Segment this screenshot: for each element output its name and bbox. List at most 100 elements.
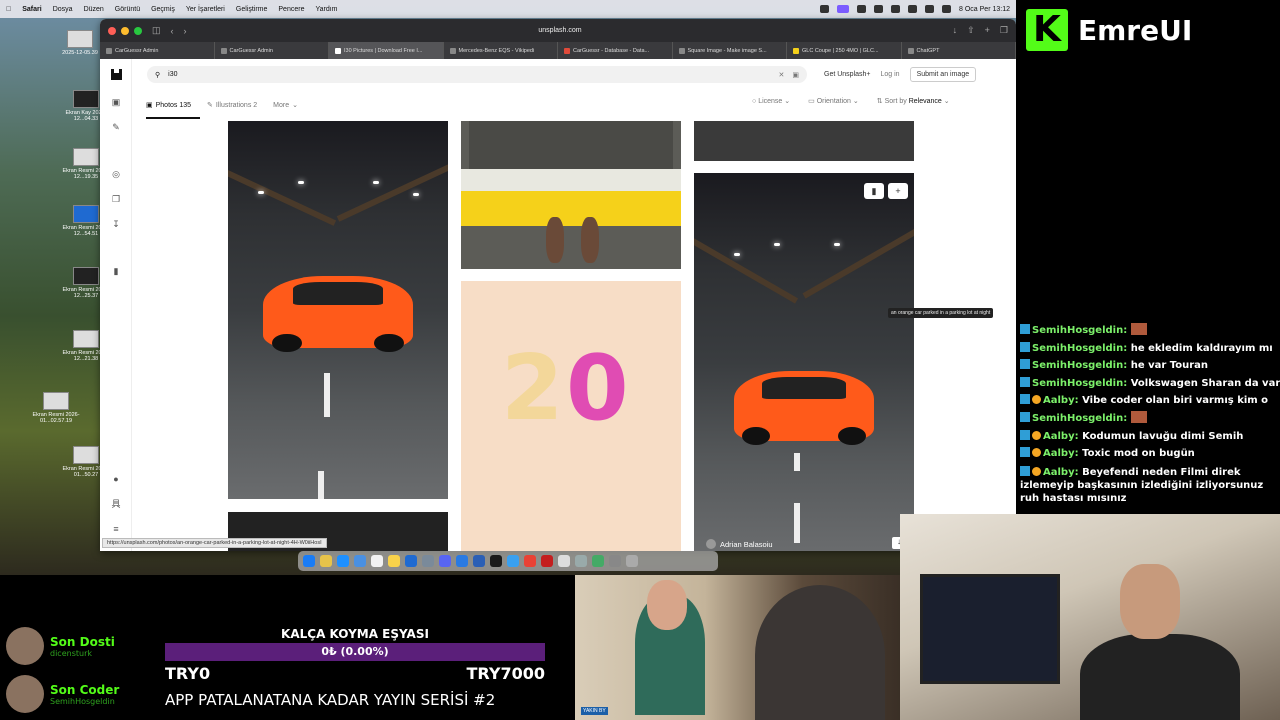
menu-history[interactable]: Geçmiş (151, 6, 175, 13)
bookmark-icon[interactable]: ▮ (864, 183, 884, 199)
media-icon[interactable] (857, 5, 867, 13)
photo-author[interactable]: Adrian Balasoiu (706, 539, 773, 549)
search-bar[interactable]: ⚲ i30 ✕ ▣ (147, 66, 807, 83)
forward-icon[interactable]: › (184, 26, 187, 36)
login-link[interactable]: Log in (881, 71, 900, 78)
status-icon[interactable] (820, 5, 830, 13)
clear-search-icon[interactable]: ✕ (779, 71, 785, 79)
share-icon[interactable]: ⇧ (967, 25, 975, 36)
search-input[interactable]: i30 (168, 71, 177, 78)
recording-icon[interactable] (837, 5, 850, 13)
menu-bookmarks[interactable]: Yer İşaretleri (186, 6, 225, 13)
collections-icon[interactable]: ❐ (111, 194, 121, 204)
unsplash-logo-icon[interactable] (111, 69, 122, 80)
launchpad-icon[interactable] (320, 555, 332, 567)
opera-icon[interactable] (541, 555, 553, 567)
ceiling-light (734, 253, 740, 256)
chrome-icon[interactable] (524, 555, 536, 567)
desktop-file[interactable]: Ekran Resmi 2026-01...02.57.19 (28, 392, 84, 424)
tab[interactable]: CarGuessr Admin (100, 42, 215, 59)
chat-text: he ekledim kaldırayım mı (1130, 342, 1273, 354)
header-actions: Get Unsplash+ Log in Submit an image (824, 67, 977, 82)
sort-filter[interactable]: ⇅ Sort by Relevance ⌄ (877, 97, 950, 105)
menu-file[interactable]: Dosya (53, 6, 73, 13)
appstore-icon[interactable] (405, 555, 417, 567)
explore-icon[interactable]: ◎ (111, 169, 121, 179)
headphones-icon[interactable] (891, 5, 901, 13)
favicon-icon (335, 47, 341, 54)
bookmark-icon[interactable]: ▮ (111, 266, 121, 276)
app-icon[interactable] (507, 555, 519, 567)
photo-card[interactable] (694, 121, 914, 161)
illustrations-icon[interactable]: ✎ (111, 122, 121, 132)
app-icon[interactable] (592, 555, 604, 567)
stickies-icon[interactable] (388, 555, 400, 567)
app-icon[interactable] (575, 555, 587, 567)
mail-icon[interactable] (354, 555, 366, 567)
new-tab-icon[interactable]: + (985, 25, 990, 36)
zoom-window-icon[interactable] (134, 26, 142, 35)
add-to-collection-icon[interactable]: + (888, 183, 908, 199)
submit-image-button[interactable]: Submit an image (909, 67, 977, 82)
finder-icon[interactable] (303, 555, 315, 567)
photos-icon[interactable]: ▣ (111, 97, 121, 107)
ceiling-light (298, 181, 304, 184)
close-window-icon[interactable] (108, 26, 116, 35)
ceiling-light (413, 193, 419, 196)
back-icon[interactable]: ‹ (171, 26, 174, 36)
tab[interactable]: GLC Coupe | 250 4MO | GLC... (787, 42, 902, 59)
wifi-icon[interactable] (908, 5, 918, 13)
emote-icon (1130, 410, 1147, 423)
tab[interactable]: CarGuessr - Database - Data... (558, 42, 673, 59)
orientation-filter[interactable]: ▭ Orientation ⌄ (808, 97, 859, 105)
menu-icon[interactable]: ≡ (111, 524, 121, 534)
account-icon[interactable]: ● (111, 474, 121, 484)
apple-menu-icon[interactable]:  (6, 6, 11, 13)
download-icon[interactable]: ↧ (111, 219, 121, 229)
tab[interactable]: Square Image - Make image S... (673, 42, 787, 59)
vscode-icon[interactable] (473, 555, 485, 567)
trash-icon[interactable] (626, 555, 638, 567)
license-filter[interactable]: ○ License ⌄ (752, 97, 790, 105)
tab-illustrations[interactable]: ✎ Illustrations 2 (207, 101, 257, 110)
tab[interactable]: Mercedes-Benz EQS - Vikipedi (444, 42, 558, 59)
photo-card-car-2[interactable]: ▮ + Adrian Balasoiu ↓ (694, 173, 914, 551)
play-icon[interactable] (874, 5, 884, 13)
menu-safari[interactable]: Safari (22, 6, 41, 13)
tab-more[interactable]: More ⌄ (273, 101, 298, 110)
downloads-stack-icon[interactable] (609, 555, 621, 567)
road-line (794, 503, 800, 543)
discord-icon[interactable] (439, 555, 451, 567)
menu-develop[interactable]: Geliştirme (236, 6, 268, 13)
tab-active[interactable]: I30 Pictures | Download Free I... (329, 42, 444, 59)
menu-view[interactable]: Görüntü (115, 6, 140, 13)
menu-clock[interactable]: 8 Oca Per 13:12 (959, 6, 1010, 13)
minimize-window-icon[interactable] (121, 26, 129, 35)
photo-card-feet[interactable] (461, 121, 681, 269)
photo-card-balloon[interactable]: 2 0 (461, 281, 681, 551)
language-icon[interactable]: 具 (111, 499, 121, 509)
menu-help[interactable]: Yardım (315, 6, 337, 13)
tab[interactable]: CarGuessr Admin (215, 42, 329, 59)
safari-icon[interactable] (337, 555, 349, 567)
xcode-icon[interactable] (456, 555, 468, 567)
menu-window[interactable]: Pencere (278, 6, 304, 13)
photo-card-car-1[interactable] (228, 121, 448, 499)
tab-photos[interactable]: ▣ Photos 135 (146, 101, 191, 110)
chevron-down-icon: ⌄ (292, 102, 298, 109)
settings-icon[interactable] (422, 555, 434, 567)
address-bar[interactable]: unsplash.com (430, 27, 690, 34)
terminal-icon[interactable] (490, 555, 502, 567)
tab[interactable]: ChatGPT (902, 42, 1016, 59)
sidebar-toggle-icon[interactable]: ◫ (152, 25, 161, 36)
menu-edit[interactable]: Düzen (84, 6, 104, 13)
get-unsplash-plus-link[interactable]: Get Unsplash+ (824, 71, 871, 78)
download-icon[interactable]: ↓ (953, 25, 958, 36)
control-center-icon[interactable] (942, 5, 952, 13)
notes-icon[interactable] (371, 555, 383, 567)
search-icon[interactable] (925, 5, 935, 13)
visual-search-icon[interactable]: ▣ (792, 71, 799, 79)
tab-overview-icon[interactable]: ❐ (1000, 25, 1008, 36)
app-icon[interactable] (558, 555, 570, 567)
chat-username: SemihHosgeldin: (1032, 412, 1128, 424)
